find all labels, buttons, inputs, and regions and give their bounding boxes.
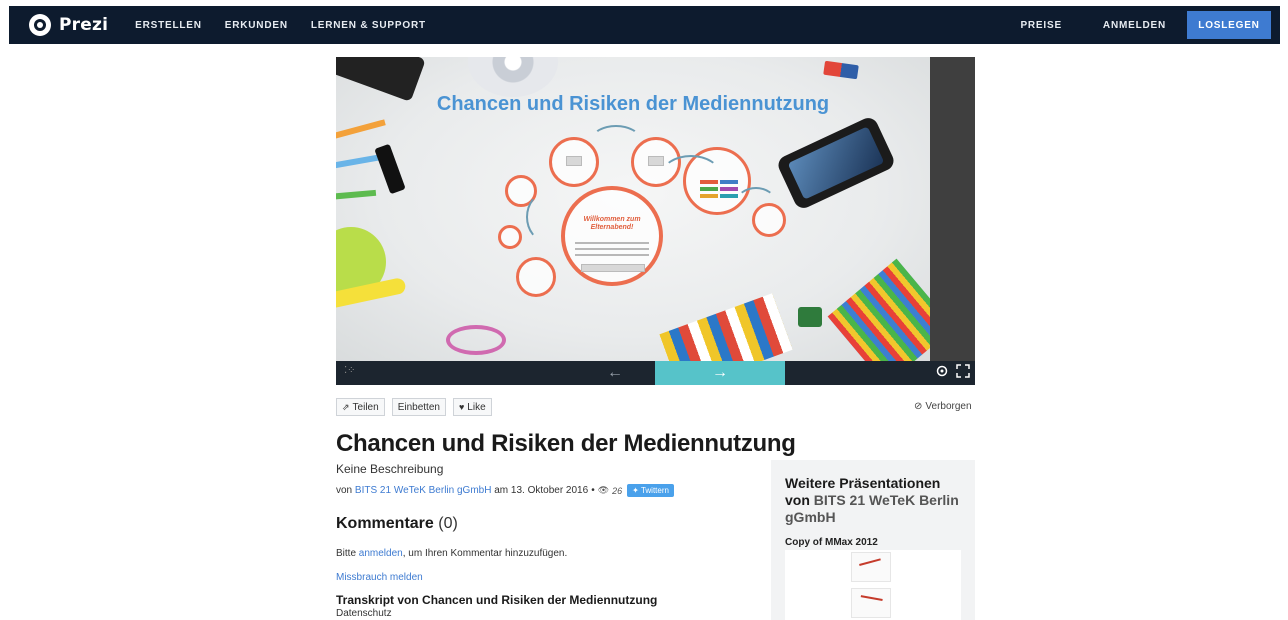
sidebar-title: Weitere Präsentationen von BITS 21 WeTeK… — [785, 475, 965, 526]
pencil-cup-decoration — [827, 258, 930, 361]
views-count: 26 — [612, 485, 623, 496]
share-label: Teilen — [352, 401, 379, 413]
comments-heading: Kommentare (0) — [336, 515, 458, 533]
nav-link-lernen-support[interactable]: LERNEN & SUPPORT — [311, 20, 426, 31]
settings-gear-icon[interactable] — [935, 364, 949, 378]
slide-title: Chancen und Risiken der Mediennutzung — [436, 93, 830, 115]
connector-arc — [591, 125, 641, 155]
comments-count: (0) — [438, 515, 458, 532]
pencils-left-decoration-2 — [336, 154, 382, 170]
ring-text-line — [575, 254, 649, 256]
tweet-button[interactable]: ✦ Twittern — [627, 484, 674, 497]
viewer-side-strip — [930, 57, 975, 361]
folders-decoration — [659, 293, 793, 361]
ring-image — [648, 156, 664, 166]
cd-disc-decoration — [468, 57, 558, 97]
eraser-decoration — [823, 60, 859, 80]
author-link[interactable]: BITS 21 WeTeK Berlin gGmbH — [355, 485, 492, 496]
ring-chip — [700, 194, 718, 198]
loading-icon: ⁚⁘ — [344, 365, 356, 376]
nav-links: ERSTELLEN ERKUNDEN LERNEN & SUPPORT — [135, 20, 449, 31]
visibility-status: ⊘ Verborgen — [914, 401, 972, 412]
meta-separator: • — [591, 485, 595, 496]
sidebar-author-link[interactable]: BITS 21 WeTeK Berlin gGmbH — [785, 492, 959, 525]
pencils-left-decoration — [336, 119, 386, 141]
twitter-bird-icon: ✦ — [632, 486, 639, 495]
nav-link-erkunden[interactable]: ERKUNDEN — [225, 20, 288, 31]
login-link[interactable]: anmelden — [359, 548, 403, 559]
prezi-logo[interactable]: Prezi — [29, 14, 108, 36]
embed-label: Einbetten — [397, 401, 440, 413]
ring-chip — [720, 187, 738, 191]
presentation-description: Keine Beschreibung — [336, 462, 444, 476]
ring-logo-box — [581, 264, 645, 272]
by-label: von — [336, 485, 353, 496]
loslegen-button[interactable]: LOSLEGEN — [1187, 11, 1271, 39]
connector-arc — [526, 192, 566, 242]
sidebar-item-thumbnail[interactable] — [785, 550, 961, 620]
like-button[interactable]: ♥ Like — [452, 398, 492, 416]
nav-link-erstellen[interactable]: ERSTELLEN — [135, 20, 202, 31]
nav-link-preise[interactable]: PREISE — [1020, 20, 1061, 31]
viewer-controls: ⁚⁘ ← → — [336, 361, 975, 385]
ring-title-1: Willkommen zum — [583, 216, 641, 223]
mindmap-ring — [498, 225, 522, 249]
ring-title-2: Elternabend! — [590, 224, 634, 231]
presentation-actions: ⇗ Teilen Einbetten ♥ Like — [336, 398, 499, 416]
fullscreen-icon[interactable] — [956, 364, 970, 378]
presentation-title: Chancen und Risiken der Mediennutzung — [336, 430, 796, 457]
login-hint: Bitte anmelden, um Ihren Kommentar hinzu… — [336, 548, 567, 559]
presentation-meta: von BITS 21 WeTeK Berlin gGmbH am 13. Ok… — [336, 484, 674, 497]
prezi-logo-icon — [29, 14, 51, 36]
connector-arc — [661, 155, 721, 195]
logo-text: Prezi — [59, 15, 109, 35]
transcript-heading: Transkript von Chancen und Risiken der M… — [336, 593, 658, 607]
views-icon: 👁 — [597, 485, 610, 495]
usb-stick-decoration — [374, 143, 406, 195]
like-label: Like — [467, 401, 486, 413]
pencils-left-decoration-3 — [336, 189, 377, 201]
visibility-label: Verborgen — [925, 401, 972, 412]
thumb-scribble — [859, 595, 883, 609]
nav-link-anmelden[interactable]: ANMELDEN — [1103, 20, 1166, 31]
date-label: am 13. Oktober 2016 — [494, 485, 589, 496]
ring-chip — [720, 180, 738, 184]
next-step-button[interactable]: → — [655, 361, 785, 385]
more-presentations-sidebar: Weitere Präsentationen von BITS 21 WeTeK… — [771, 460, 975, 620]
mindmap-ring — [516, 257, 556, 297]
previous-step-button[interactable]: ← — [580, 361, 650, 385]
scissors-decoration — [446, 325, 506, 355]
share-button[interactable]: ⇗ Teilen — [336, 398, 385, 416]
connector-arc — [736, 187, 776, 217]
ring-image — [566, 156, 582, 166]
hint-after: , um Ihren Kommentar hinzuzufügen. — [402, 548, 568, 559]
share-icon: ⇗ — [342, 401, 350, 412]
comments-title: Kommentare — [336, 515, 434, 532]
thumb-scribble — [859, 558, 883, 574]
nav-right: PREISE ANMELDEN LOSLEGEN — [1020, 6, 1280, 44]
sidebar-item-label[interactable]: Copy of MMax 2012 — [785, 537, 878, 548]
ring-text-line — [575, 248, 649, 250]
embed-button[interactable]: Einbetten — [391, 398, 446, 416]
thumbnail-mini-slide — [851, 588, 891, 618]
ring-chip — [720, 194, 738, 198]
hidden-eye-icon: ⊘ — [914, 401, 923, 412]
transcript-text: Datenschutz — [336, 608, 392, 619]
top-navbar: Prezi ERSTELLEN ERKUNDEN LERNEN & SUPPOR… — [9, 6, 1280, 44]
ring-text-line — [575, 242, 649, 244]
center-ring: Willkommen zum Elternabend! — [561, 186, 663, 286]
slide-canvas[interactable]: Chancen und Risiken der Mediennutzung Wi… — [336, 57, 930, 361]
clips-decoration — [798, 307, 822, 327]
presentation-viewer[interactable]: Chancen und Risiken der Mediennutzung Wi… — [336, 57, 975, 385]
tweet-label: Twittern — [640, 486, 669, 495]
report-abuse-link[interactable]: Missbrauch melden — [336, 572, 423, 583]
hint-before: Bitte — [336, 548, 359, 559]
thumbnail-mini-slide — [851, 552, 891, 582]
heart-icon: ♥ — [458, 402, 465, 412]
